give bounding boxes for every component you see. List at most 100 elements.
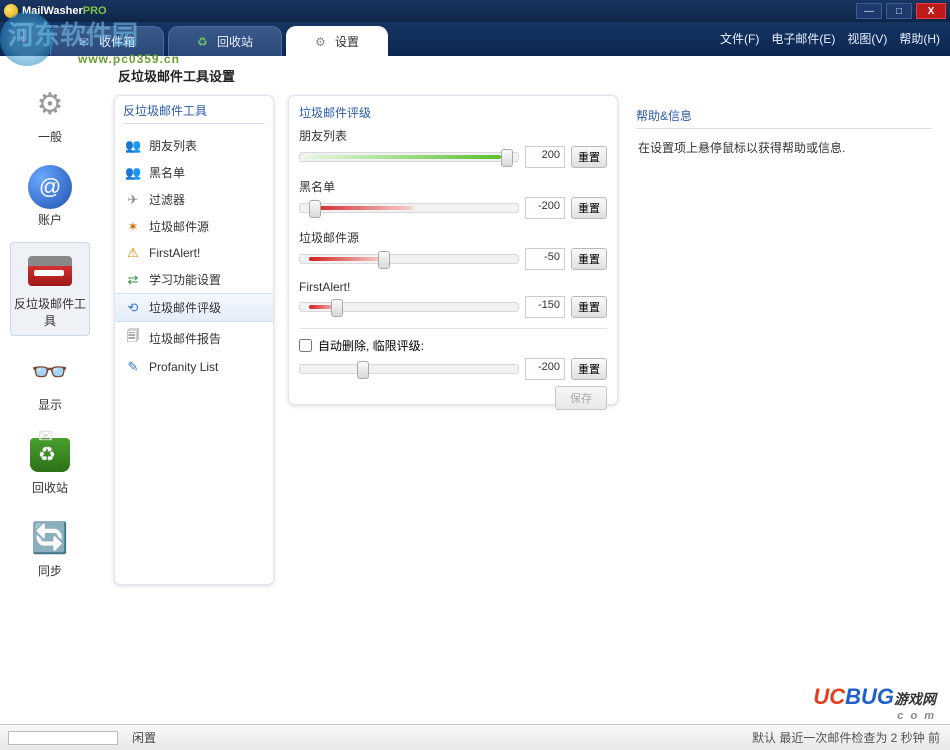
panel-help-head: 帮助&信息 (636, 101, 932, 126)
tab-settings[interactable]: 设置 (286, 26, 388, 56)
auto-delete-row: 自动删除, 临限评级: (299, 337, 607, 354)
reset-button[interactable]: 重置 (571, 146, 607, 168)
slider-value: 200 (525, 146, 565, 168)
sidebar-item-recycle[interactable]: 回收站 (10, 427, 90, 502)
tool-icon: ✶ (125, 219, 141, 235)
sidebar-label: 账户 (38, 213, 62, 227)
reset-button[interactable]: 重置 (571, 248, 607, 270)
status-right: 默认 最近一次邮件检查为 2 秒钟 前 (752, 729, 940, 746)
tool-icon: ✈ (125, 192, 141, 208)
recycle-icon (197, 35, 211, 49)
app-logo-icon (4, 4, 18, 18)
panel-help: 帮助&信息 在设置项上悬停鼠标以获得帮助或信息. (632, 95, 936, 585)
reset-button[interactable]: 重置 (571, 197, 607, 219)
sidebar-item-sync[interactable]: 同步 (10, 510, 90, 585)
tool-item[interactable]: 👥朋友列表 (115, 132, 273, 159)
tool-item[interactable]: ⟲ 垃圾邮件评级 (115, 293, 273, 322)
recycle-bin-icon (28, 433, 72, 477)
menu-help[interactable]: 帮助(H) (899, 30, 940, 47)
tool-icon: ⇄ (125, 272, 141, 288)
tab-recycle[interactable]: 回收站 (168, 26, 282, 56)
status-idle: 闲置 (132, 729, 156, 746)
sidebar-item-spam[interactable]: 反垃圾邮件工具 (10, 242, 90, 336)
sync-icon (28, 516, 72, 560)
tool-item[interactable]: ✶ 垃圾邮件源 (115, 213, 273, 240)
left-sidebar: 一般 账户 反垃圾邮件工具 显示 回收站 同步 (0, 56, 100, 724)
tool-icon: ⚠ (125, 245, 141, 261)
tool-item[interactable]: ✎ Profanity List (115, 354, 273, 380)
tool-item[interactable]: 🗐 垃圾邮件报告 (115, 322, 273, 354)
inbox-icon (79, 35, 93, 49)
tool-icon: 🗐 (125, 327, 141, 349)
sidebar-label: 一般 (38, 130, 62, 144)
save-button[interactable]: 保存 (555, 386, 607, 410)
menu-email[interactable]: 电子邮件(E) (771, 30, 835, 47)
account-icon (28, 165, 72, 209)
menu-view[interactable]: 视图(V) (847, 30, 887, 47)
close-button[interactable]: X (916, 3, 946, 19)
slider-label: 垃圾邮件源 (299, 229, 607, 246)
slider-row: FirstAlert! -150 重置 (299, 280, 607, 318)
panel-tools-head: 反垃圾邮件工具 (115, 96, 273, 121)
tool-item[interactable]: ⇄学习功能设置 (115, 266, 273, 293)
panel-rating-head: 垃圾邮件评级 (299, 104, 607, 123)
maximize-button[interactable]: □ (886, 3, 912, 19)
sidebar-item-display[interactable]: 显示 (10, 344, 90, 419)
slider-value: -50 (525, 248, 565, 270)
settings-icon (315, 35, 329, 49)
app-body: 一般 账户 反垃圾邮件工具 显示 回收站 同步 反垃圾邮件工具设置 反垃圾 (0, 56, 950, 724)
sidebar-item-general[interactable]: 一般 (10, 76, 90, 151)
tool-label: 垃圾邮件报告 (149, 330, 221, 347)
reset-button[interactable]: 重置 (571, 358, 607, 380)
slider-row: 朋友列表 200 重置 (299, 127, 607, 168)
auto-delete-value: -200 (525, 358, 565, 380)
auto-delete-checkbox[interactable] (299, 339, 312, 352)
slider-label: 朋友列表 (299, 127, 607, 144)
tab-inbox[interactable]: 收件箱 (50, 26, 164, 56)
tool-item[interactable]: ✈ 过滤器 (115, 186, 273, 213)
tool-icon: ⟲ (125, 300, 141, 316)
slider-value: -200 (525, 197, 565, 219)
main-content: 反垃圾邮件工具设置 反垃圾邮件工具 👥朋友列表👥黑名单✈过滤器✶垃圾邮件源⚠Fi… (100, 56, 950, 724)
slider-track[interactable] (299, 254, 519, 264)
toolbox-icon (28, 249, 72, 293)
tool-label: Profanity List (149, 360, 218, 374)
glasses-icon (28, 350, 72, 394)
tool-icon: 👥 (125, 165, 141, 181)
reset-button[interactable]: 重置 (571, 296, 607, 318)
help-text: 在设置项上悬停鼠标以获得帮助或信息. (636, 135, 932, 160)
tool-label: 过滤器 (149, 191, 185, 208)
slider-label: FirstAlert! (299, 280, 607, 294)
tool-icon: ✎ (125, 359, 141, 375)
panel-tools: 反垃圾邮件工具 👥朋友列表 👥 黑名单 ✈ 过滤器 ✶ 垃圾邮件源 ⚠ FirstAlert! ⇄… (114, 95, 274, 585)
slider-track[interactable] (299, 203, 519, 213)
tab-label: 收件箱 (99, 33, 135, 50)
tool-item[interactable]: 👥 黑名单 (115, 159, 273, 186)
tool-label: FirstAlert! (149, 246, 200, 260)
tool-label: 黑名单 (149, 164, 185, 181)
titlebar: MailWasherPRO — □ X (0, 0, 950, 22)
slider-label: 黑名单 (299, 178, 607, 195)
tool-label: 垃圾邮件评级 (149, 299, 221, 316)
sidebar-item-account[interactable]: 账户 (10, 159, 90, 234)
slider-track[interactable] (299, 302, 519, 312)
sidebar-label: 回收站 (32, 481, 68, 495)
tool-item[interactable]: ⚠ FirstAlert! (115, 240, 273, 266)
slider-track[interactable] (299, 152, 519, 162)
menu-file[interactable]: 文件(F) (720, 30, 759, 47)
tab-label: 设置 (335, 33, 359, 50)
tool-label: 朋友列表 (149, 137, 197, 154)
tool-list: 👥朋友列表 👥 黑名单 ✈ 过滤器 ✶ 垃圾邮件源 ⚠ FirstAlert! ⇄学习功能设置 ⟲ 垃… (115, 130, 273, 382)
tabbar: 收件箱 回收站 设置 文件(F) 电子邮件(E) 视图(V) 帮助(H) (0, 22, 950, 56)
progress-meter (8, 731, 118, 745)
minimize-button[interactable]: — (856, 3, 882, 19)
window-buttons: — □ X (856, 3, 946, 19)
sidebar-label: 反垃圾邮件工具 (14, 297, 86, 328)
app-title: MailWasherPRO (22, 5, 107, 17)
slider-value: -150 (525, 296, 565, 318)
auto-delete-slider[interactable] (299, 364, 519, 374)
tab-label: 回收站 (217, 33, 253, 50)
slider-row: 黑名单 -200 重置 (299, 178, 607, 219)
tool-label: 垃圾邮件源 (149, 218, 209, 235)
menubar: 文件(F) 电子邮件(E) 视图(V) 帮助(H) (720, 30, 940, 47)
